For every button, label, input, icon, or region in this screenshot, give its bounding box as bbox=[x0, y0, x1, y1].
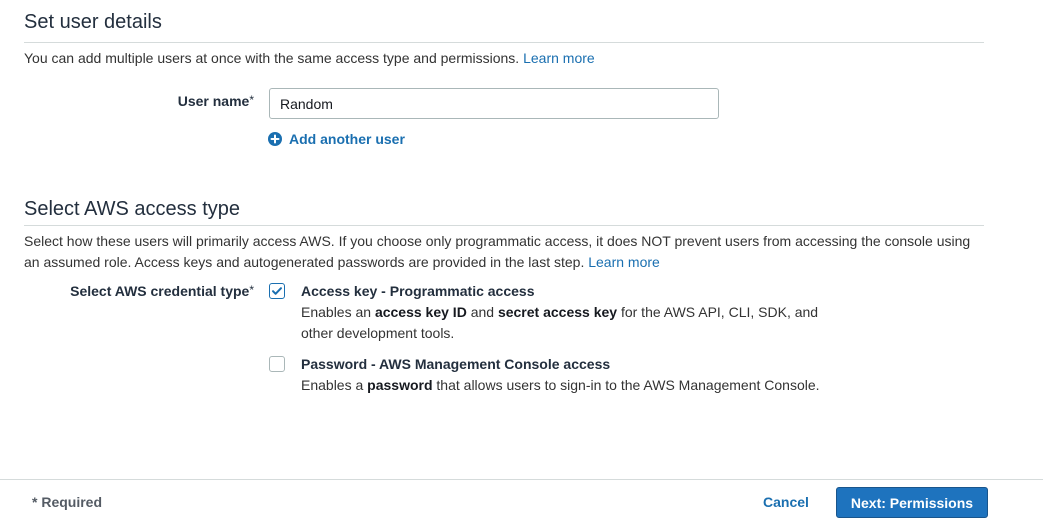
user-name-label: User name* bbox=[150, 93, 254, 109]
option-desc-text: Enables an bbox=[301, 304, 375, 320]
access-type-description-text: Select how these users will primarily ac… bbox=[24, 233, 971, 270]
required-mark: * bbox=[249, 283, 254, 297]
password-option-title: Password - AWS Management Console access bbox=[301, 356, 611, 372]
plus-circle-icon bbox=[268, 132, 282, 146]
divider bbox=[24, 225, 984, 226]
user-name-label-text: User name bbox=[177, 93, 250, 109]
learn-more-link[interactable]: Learn more bbox=[523, 50, 595, 66]
user-details-description: You can add multiple users at once with … bbox=[24, 48, 984, 69]
credential-type-label-text: Select AWS credential type bbox=[70, 283, 250, 299]
checkmark-icon bbox=[272, 287, 282, 295]
credential-type-label: Select AWS credential type* bbox=[40, 283, 254, 299]
option-desc-bold: password bbox=[367, 377, 433, 393]
required-mark: * bbox=[249, 93, 254, 107]
option-desc-text: Enables a bbox=[301, 377, 368, 393]
add-another-user-button[interactable]: Add another user bbox=[268, 131, 405, 147]
footer-divider bbox=[0, 479, 1043, 480]
section-title-user-details: Set user details bbox=[24, 11, 162, 33]
learn-more-link[interactable]: Learn more bbox=[588, 254, 660, 270]
required-note: * Required bbox=[32, 494, 103, 510]
access-type-description: Select how these users will primarily ac… bbox=[24, 231, 984, 273]
next-permissions-button[interactable]: Next: Permissions bbox=[836, 487, 988, 518]
user-name-input[interactable] bbox=[269, 88, 719, 119]
add-another-user-label: Add another user bbox=[289, 131, 405, 147]
access-key-option-description: Enables an access key ID and secret acce… bbox=[301, 302, 841, 344]
option-desc-bold: access key ID bbox=[374, 304, 467, 320]
section-title-access-type: Select AWS access type bbox=[24, 198, 241, 220]
divider bbox=[24, 42, 984, 43]
password-option-description: Enables a password that allows users to … bbox=[301, 375, 841, 396]
cancel-button[interactable]: Cancel bbox=[763, 494, 809, 510]
option-desc-text: and bbox=[466, 304, 498, 320]
password-checkbox[interactable] bbox=[269, 356, 285, 372]
access-key-checkbox[interactable] bbox=[269, 283, 285, 299]
access-key-option-title: Access key - Programmatic access bbox=[301, 283, 535, 299]
option-desc-text: that allows users to sign-in to the AWS … bbox=[432, 377, 820, 393]
user-details-description-text: You can add multiple users at once with … bbox=[24, 50, 520, 66]
option-desc-bold: secret access key bbox=[497, 304, 618, 320]
